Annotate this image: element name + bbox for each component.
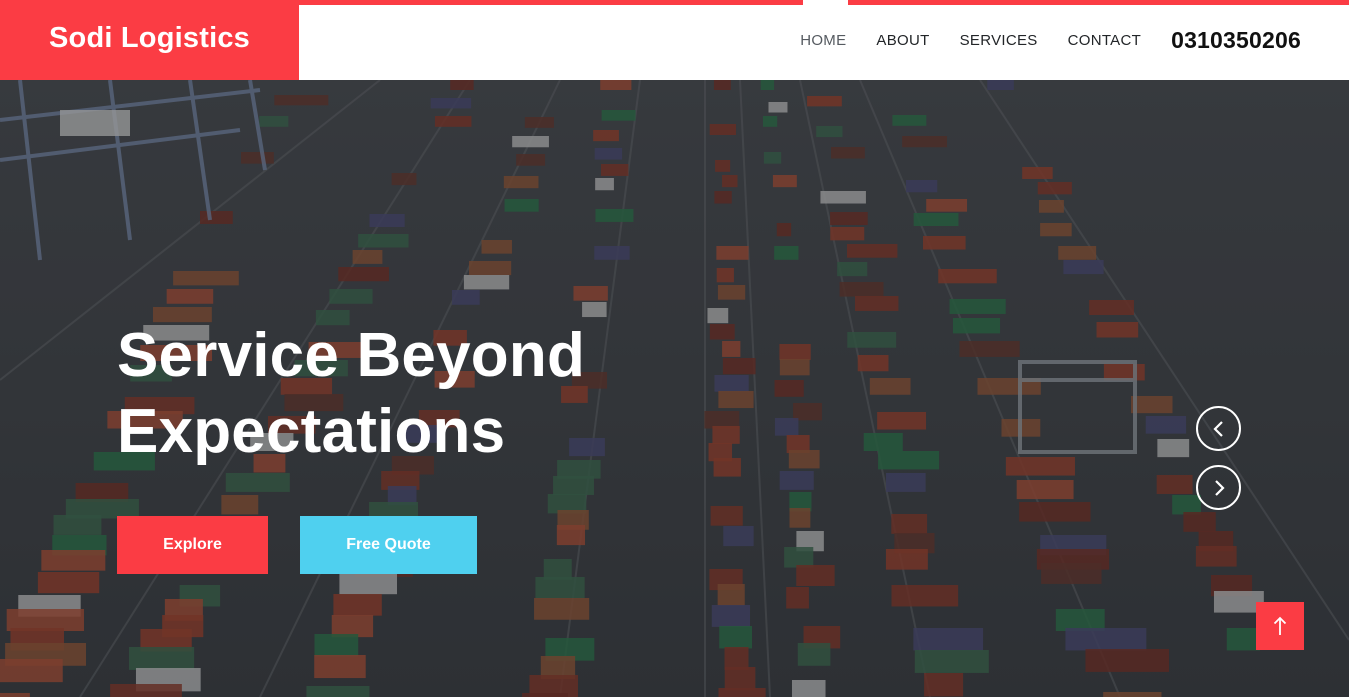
hero-title-line-2: Expectations bbox=[117, 397, 506, 466]
back-to-top-button[interactable] bbox=[1256, 602, 1304, 650]
brand-logo[interactable]: Sodi Logistics bbox=[0, 0, 299, 80]
hero-section: Service Beyond Expectations Explore Free… bbox=[0, 80, 1349, 697]
arrow-up-icon bbox=[1273, 616, 1287, 635]
header-accent-bar bbox=[299, 0, 803, 5]
nav-home-link[interactable]: HOME bbox=[800, 32, 846, 49]
phone-number[interactable]: 0310350206 bbox=[1171, 27, 1301, 54]
hero-title-line-1: Service Beyond bbox=[117, 321, 586, 390]
free-quote-button[interactable]: Free Quote bbox=[300, 516, 477, 574]
main-nav: HOME ABOUT SERVICES CONTACT 0310350206 bbox=[770, 0, 1301, 80]
nav-about-link[interactable]: ABOUT bbox=[876, 32, 929, 49]
hero-title: Service Beyond Expectations bbox=[117, 318, 637, 470]
chevron-left-icon bbox=[1212, 420, 1223, 437]
site-header: Sodi Logistics HOME ABOUT SERVICES CONTA… bbox=[0, 0, 1349, 80]
chevron-right-icon bbox=[1214, 479, 1225, 496]
slider-prev-button[interactable] bbox=[1196, 406, 1241, 451]
nav-contact-link[interactable]: CONTACT bbox=[1068, 32, 1141, 49]
explore-button[interactable]: Explore bbox=[117, 516, 268, 574]
brand-name[interactable]: Sodi Logistics bbox=[49, 22, 250, 55]
slider-next-button[interactable] bbox=[1196, 465, 1241, 510]
nav-services-link[interactable]: SERVICES bbox=[960, 32, 1038, 49]
